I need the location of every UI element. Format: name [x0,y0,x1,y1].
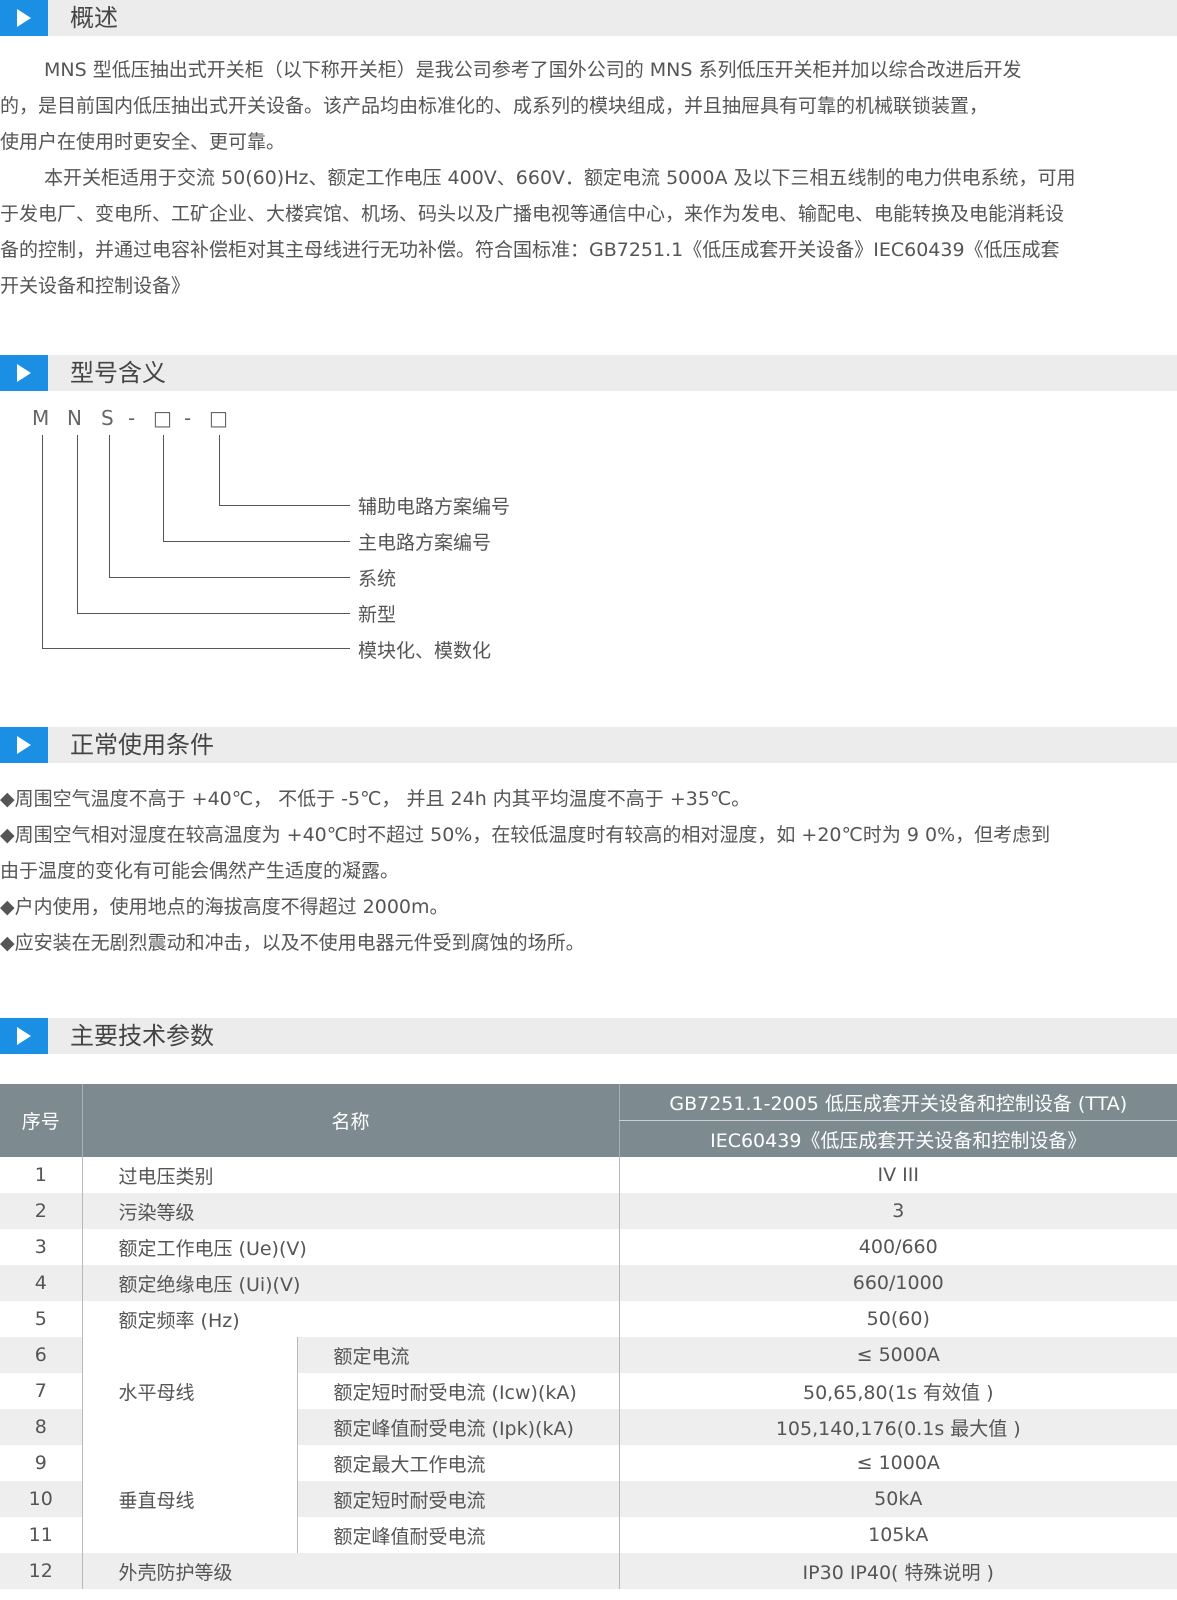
cell-no: 1 [0,1157,82,1193]
section-header-specs: 主要技术参数 [0,1018,1177,1054]
section-header-model: 型号含义 [0,355,1177,391]
cell-value: 400/660 [618,1229,1177,1265]
cell-no: 9 [0,1445,82,1481]
group-label-horizontal-busbar: 水平母线 [81,1337,297,1445]
cell-name: 额定工作电压 (Ue)(V) [81,1229,620,1265]
connector-line [163,541,350,542]
cell-value: 50kA [618,1481,1177,1517]
cell-value: ≤ 5000A [618,1337,1177,1373]
play-triangle-icon [0,1018,48,1054]
header-standard-2: IEC60439《低压成套开关设备和控制设备》 [618,1120,1177,1157]
cell-name: 额定最大工作电流 [296,1445,620,1481]
cell-name: 额定频率 (Hz) [81,1301,620,1337]
condition-item: ◆周围空气温度不高于 +40℃， 不低于 -5℃， 并且 24h 内其平均温度不… [0,788,751,810]
code-char-s: S [101,406,114,430]
section-title: 概述 [70,4,118,32]
table-row: 9 垂直母线 额定最大工作电流 ≤ 1000A [0,1445,1177,1553]
connector-line [219,505,350,506]
section-header-conditions: 正常使用条件 [0,727,1177,763]
cell-name: 额定峰值耐受电流 (Ipk)(kA) [296,1409,620,1445]
model-label-system: 系统 [358,568,397,590]
overview-paragraph-1: MNS 型低压抽出式开关柜（以下称开关柜）是我公司参考了国外公司的 MNS 系列… [0,59,1022,153]
cell-no: 3 [0,1229,82,1265]
code-box-2: □ [209,406,228,430]
header-name: 名称 [81,1084,620,1157]
cell-value: 105,140,176(0.1s 最大值 ) [618,1409,1177,1445]
overview-paragraph-2: 本开关柜适用于交流 50(60)Hz、额定工作电压 400V、660V．额定电流… [0,167,1076,297]
model-label-modular: 模块化、模数化 [358,640,492,662]
condition-item: 由于温度的变化有可能会偶然产生适度的凝露。 [0,860,400,882]
cell-value: ≤ 1000A [618,1445,1177,1481]
code-box-1: □ [153,406,172,430]
section-title: 主要技术参数 [70,1022,214,1050]
connector-line [109,435,110,577]
table-row: 12 外壳防护等级 IP30 IP40( 特殊说明 ) [0,1553,1177,1589]
cell-value: IV III [618,1157,1177,1193]
section-header-overview: 概述 [0,0,1177,36]
cell-value: 50(60) [618,1301,1177,1337]
header-standard-1: GB7251.1-2005 低压成套开关设备和控制设备 (TTA) [618,1084,1177,1121]
play-triangle-icon [0,355,48,391]
header-no: 序号 [0,1084,82,1157]
model-label-main-circuit: 主电路方案编号 [358,532,492,554]
cell-no: 12 [0,1553,82,1589]
connector-line [77,435,78,613]
cell-name: 额定短时耐受电流 [296,1481,620,1517]
cell-value: 50,65,80(1s 有效值 ) [618,1373,1177,1409]
code-dash: - [184,406,192,430]
cell-no: 6 [0,1337,82,1373]
table-row: 1 过电压类别 IV III [0,1157,1177,1193]
cell-value: 3 [618,1193,1177,1229]
section-title: 型号含义 [70,359,166,387]
table-row: 3 额定工作电压 (Ue)(V) 400/660 [0,1229,1177,1265]
spec-table: 序号 名称 GB7251.1-2005 低压成套开关设备和控制设备 (TTA) … [0,1084,1177,1589]
cell-value: IP30 IP40( 特殊说明 ) [618,1553,1177,1589]
connector-line [42,435,43,648]
cell-no: 5 [0,1301,82,1337]
cell-no: 2 [0,1193,82,1229]
connector-line [109,577,350,578]
connector-line [163,435,164,541]
cell-name: 额定绝缘电压 (Ui)(V) [81,1265,620,1301]
cell-no: 10 [0,1481,82,1517]
cell-no: 8 [0,1409,82,1445]
model-label-new-type: 新型 [358,604,397,626]
code-char-m: M [32,406,50,430]
table-row: 4 额定绝缘电压 (Ui)(V) 660/1000 [0,1265,1177,1301]
cell-name: 过电压类别 [81,1157,620,1193]
condition-item: ◆周围空气相对湿度在较高温度为 +40℃时不超过 50%，在较低温度时有较高的相… [0,824,1051,846]
condition-item: ◆户内使用，使用地点的海拔高度不得超过 2000m。 [0,896,449,918]
code-char-n: N [67,406,82,430]
connector-line [42,648,350,649]
cell-name: 污染等级 [81,1193,620,1229]
group-label-vertical-busbar: 垂直母线 [81,1445,297,1553]
play-triangle-icon [0,0,48,36]
table-row: 5 额定频率 (Hz) 50(60) [0,1301,1177,1337]
section-title: 正常使用条件 [70,731,214,759]
code-dash: - [128,406,136,430]
cell-value: 660/1000 [618,1265,1177,1301]
cell-name: 额定电流 [296,1337,620,1373]
cell-name: 额定峰值耐受电流 [296,1517,620,1553]
condition-item: ◆应安装在无剧烈震动和冲击，以及不使用电器元件受到腐蚀的场所。 [0,932,585,954]
table-row: 2 污染等级 3 [0,1193,1177,1229]
cell-no: 7 [0,1373,82,1409]
table-row: 6 水平母线 额定电流 ≤ 5000A [0,1337,1177,1445]
cell-value: 105kA [618,1517,1177,1553]
connector-line [219,435,220,505]
cell-no: 4 [0,1265,82,1301]
connector-line [77,613,350,614]
play-triangle-icon [0,727,48,763]
cell-no: 11 [0,1517,82,1553]
cell-name: 外壳防护等级 [81,1553,620,1589]
model-label-aux-circuit: 辅助电路方案编号 [358,496,511,518]
cell-name: 额定短时耐受电流 (Icw)(kA) [296,1373,620,1409]
